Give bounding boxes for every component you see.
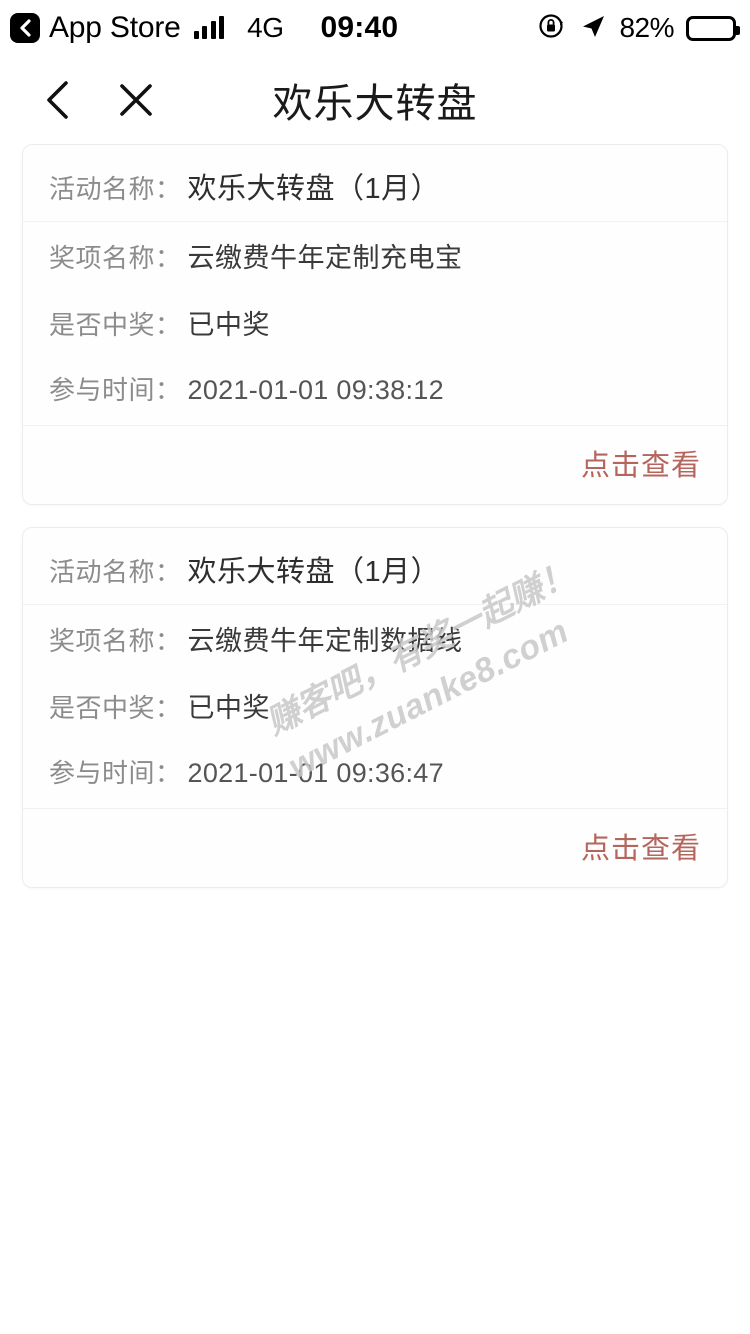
battery-percent-label: 82% bbox=[619, 12, 674, 43]
row-activity-name: 活动名称： 欢乐大转盘（1月） bbox=[23, 534, 727, 605]
row-label: 是否中奖： bbox=[49, 693, 182, 723]
card-footer: 点击查看 bbox=[23, 425, 727, 504]
nav-back-button[interactable] bbox=[36, 78, 80, 122]
row-join-time: 参与时间： 2021-01-01 09:38:12 bbox=[23, 356, 727, 421]
status-back-app-label[interactable]: App Store bbox=[49, 13, 181, 43]
row-label: 活动名称： bbox=[49, 174, 182, 204]
nav-left-buttons bbox=[0, 78, 158, 122]
status-bar: App Store 4G 09:40 82% bbox=[0, 0, 750, 56]
row-value: 已中奖 bbox=[187, 310, 271, 340]
row-join-time: 参与时间： 2021-01-01 09:36:47 bbox=[23, 739, 727, 804]
location-arrow-icon bbox=[579, 12, 607, 45]
status-bar-left: App Store 4G 09:40 bbox=[10, 11, 398, 45]
status-clock: 09:40 bbox=[320, 11, 399, 44]
row-is-winner: 是否中奖： 已中奖 bbox=[23, 672, 727, 739]
row-prize-name: 奖项名称： 云缴费牛年定制充电宝 bbox=[23, 222, 727, 289]
close-icon bbox=[120, 84, 152, 116]
status-bar-right: 82% bbox=[537, 11, 740, 46]
status-back-chevron-icon[interactable] bbox=[10, 13, 40, 43]
chevron-left-icon bbox=[47, 81, 68, 119]
row-value: 欢乐大转盘（1月） bbox=[187, 556, 441, 588]
row-label: 奖项名称： bbox=[49, 626, 182, 656]
rotation-lock-icon bbox=[537, 11, 567, 46]
card-rows: 活动名称： 欢乐大转盘（1月） 奖项名称： 云缴费牛年定制充电宝 是否中奖： 已… bbox=[23, 145, 727, 425]
row-value: 云缴费牛年定制充电宝 bbox=[187, 243, 463, 273]
cellular-signal-icon bbox=[193, 16, 225, 39]
view-detail-link[interactable]: 点击查看 bbox=[581, 442, 701, 484]
row-label: 活动名称： bbox=[49, 557, 182, 587]
row-value: 已中奖 bbox=[187, 693, 271, 723]
row-prize-name: 奖项名称： 云缴费牛年定制数据线 bbox=[23, 605, 727, 672]
row-label: 参与时间： bbox=[49, 375, 182, 405]
row-value: 云缴费牛年定制数据线 bbox=[187, 626, 463, 656]
prize-record-card[interactable]: 活动名称： 欢乐大转盘（1月） 奖项名称： 云缴费牛年定制数据线 是否中奖： 已… bbox=[22, 527, 728, 888]
row-label: 奖项名称： bbox=[49, 243, 182, 273]
row-value: 2021-01-01 09:38:12 bbox=[187, 375, 444, 405]
row-activity-name: 活动名称： 欢乐大转盘（1月） bbox=[23, 151, 727, 222]
nav-bar: 欢乐大转盘 bbox=[0, 56, 750, 144]
prize-record-card[interactable]: 活动名称： 欢乐大转盘（1月） 奖项名称： 云缴费牛年定制充电宝 是否中奖： 已… bbox=[22, 144, 728, 505]
card-list: 活动名称： 欢乐大转盘（1月） 奖项名称： 云缴费牛年定制充电宝 是否中奖： 已… bbox=[0, 144, 750, 888]
row-is-winner: 是否中奖： 已中奖 bbox=[23, 289, 727, 356]
row-value: 欢乐大转盘（1月） bbox=[187, 173, 441, 205]
row-label: 是否中奖： bbox=[49, 310, 182, 340]
battery-icon bbox=[686, 15, 740, 41]
nav-close-button[interactable] bbox=[114, 78, 158, 122]
network-type-label: 4G bbox=[247, 12, 284, 43]
row-value: 2021-01-01 09:36:47 bbox=[187, 758, 444, 788]
view-detail-link[interactable]: 点击查看 bbox=[581, 825, 701, 867]
card-rows: 活动名称： 欢乐大转盘（1月） 奖项名称： 云缴费牛年定制数据线 是否中奖： 已… bbox=[23, 528, 727, 808]
row-label: 参与时间： bbox=[49, 758, 182, 788]
card-footer: 点击查看 bbox=[23, 808, 727, 887]
